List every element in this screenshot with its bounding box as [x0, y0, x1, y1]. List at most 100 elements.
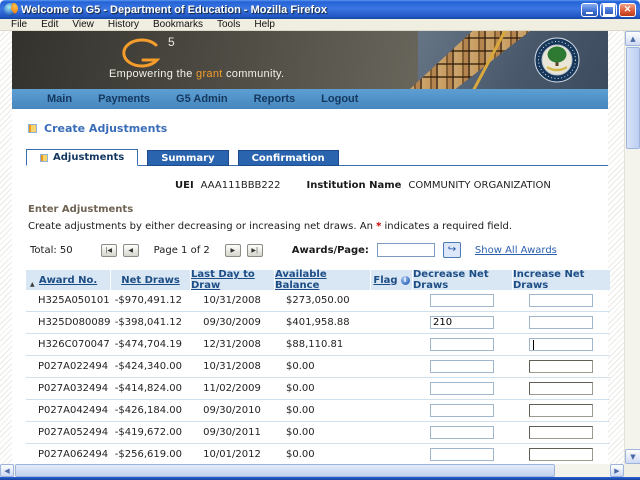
- instructions-after: indicates a required field.: [381, 221, 512, 232]
- scroll-up-icon[interactable]: ▲: [625, 31, 640, 46]
- header-flag-link[interactable]: Flag: [373, 275, 397, 286]
- institution-name-value: COMMUNITY ORGANIZATION: [408, 180, 550, 191]
- cell-net-draws: -$419,672.00: [110, 422, 190, 443]
- nav-item-payments[interactable]: Payments: [85, 93, 163, 105]
- cell-net-draws: -$398,041.12: [110, 312, 190, 333]
- tab-adjustments[interactable]: Adjustments: [26, 149, 138, 166]
- vertical-scrollbar-thumb[interactable]: [626, 47, 640, 149]
- main-nav: Main Payments G5 Admin Reports Logout: [12, 89, 608, 109]
- decrease-net-draws-input[interactable]: [430, 316, 494, 329]
- header-available-balance-link[interactable]: Available Balance: [275, 269, 370, 291]
- scroll-right-icon[interactable]: ▶: [610, 464, 624, 477]
- uei-value: AAA111BBB222: [201, 180, 281, 191]
- header-award-no-link[interactable]: Award No.: [39, 275, 97, 286]
- banner-photo: [418, 31, 608, 89]
- cell-flag: [370, 312, 412, 333]
- decrease-net-draws-input[interactable]: [430, 294, 494, 307]
- first-page-button[interactable]: |◀: [101, 244, 117, 257]
- menu-item-history[interactable]: History: [101, 19, 146, 30]
- increase-net-draws-input[interactable]: [529, 294, 593, 307]
- nav-item-logout[interactable]: Logout: [308, 93, 371, 105]
- last-page-button[interactable]: ▶|: [247, 244, 263, 257]
- increase-net-draws-input[interactable]: [529, 316, 593, 329]
- cell-available-balance: $273,050.00: [274, 290, 370, 311]
- header-award-no: ▲ Award No.: [26, 270, 110, 290]
- decrease-net-draws-input[interactable]: [430, 426, 494, 439]
- increase-net-draws-input[interactable]: [529, 360, 593, 373]
- firefox-icon: [4, 3, 17, 16]
- decrease-net-draws-input[interactable]: [430, 360, 494, 373]
- tagline-highlight: grant: [196, 68, 223, 80]
- tab-confirmation[interactable]: Confirmation: [238, 150, 339, 166]
- go-button[interactable]: ↪: [443, 242, 461, 258]
- decrease-net-draws-input[interactable]: [430, 404, 494, 417]
- scroll-left-icon[interactable]: ◀: [0, 464, 14, 477]
- maximize-button[interactable]: [600, 3, 617, 17]
- awards-per-page-input[interactable]: [377, 243, 435, 257]
- cell-available-balance: $0.00: [274, 356, 370, 377]
- show-all-awards-link[interactable]: Show All Awards: [475, 245, 557, 256]
- header-last-day-link[interactable]: Last Day to Draw: [191, 269, 274, 291]
- cell-decrease: [412, 378, 512, 399]
- sort-ascending-icon: ▲: [30, 281, 35, 288]
- scroll-down-icon[interactable]: ▼: [625, 449, 640, 464]
- tab-summary[interactable]: Summary: [147, 150, 228, 166]
- cell-increase: [512, 356, 610, 377]
- decrease-net-draws-input[interactable]: [430, 448, 494, 461]
- pagination-bar: Total: 50 |◀ ◀ Page 1 of 2 ▶ ▶| Awards/P…: [30, 242, 608, 258]
- prev-page-button[interactable]: ◀: [123, 244, 139, 257]
- cell-available-balance: $0.00: [274, 400, 370, 421]
- cell-award-no: H326C070047: [26, 334, 110, 355]
- decrease-net-draws-input[interactable]: [430, 382, 494, 395]
- increase-net-draws-input[interactable]: [529, 404, 593, 417]
- menu-item-file[interactable]: File: [4, 19, 34, 30]
- cell-award-no: P027A052494: [26, 422, 110, 443]
- table-row: H325A050101 -$970,491.12 10/31/2008 $273…: [26, 290, 610, 312]
- close-button[interactable]: ✕: [619, 3, 636, 17]
- cell-increase: [512, 334, 610, 355]
- cell-last-day: 11/02/2009: [190, 378, 274, 399]
- cell-increase: [512, 422, 610, 443]
- menu-item-bookmarks[interactable]: Bookmarks: [146, 19, 210, 30]
- next-page-button[interactable]: ▶: [225, 244, 241, 257]
- cell-increase: [512, 378, 610, 399]
- table-header-row: ▲ Award No. Net Draws Last Day to Draw A…: [26, 270, 610, 290]
- nav-item-main[interactable]: Main: [34, 93, 85, 105]
- nav-item-reports[interactable]: Reports: [241, 93, 309, 105]
- nav-item-g5-admin[interactable]: G5 Admin: [163, 93, 241, 105]
- cell-available-balance: $401,958.88: [274, 312, 370, 333]
- menu-item-view[interactable]: View: [65, 19, 101, 30]
- horizontal-scrollbar-thumb[interactable]: [15, 464, 555, 477]
- horizontal-scrollbar[interactable]: ◀ ▶: [0, 464, 624, 477]
- header-net-draws-link[interactable]: Net Draws: [121, 275, 180, 286]
- flag-info-icon[interactable]: i: [401, 276, 410, 285]
- tab-bar: Adjustments Summary Confirmation: [26, 148, 608, 166]
- increase-net-draws-input[interactable]: [529, 426, 593, 439]
- institution-name-label: Institution Name: [307, 180, 402, 191]
- uei-label: UEI: [175, 180, 194, 191]
- header-decrease-label: Decrease Net Draws: [413, 269, 512, 291]
- increase-net-draws-input[interactable]: [529, 382, 593, 395]
- cell-net-draws: -$414,824.00: [110, 378, 190, 399]
- menu-item-help[interactable]: Help: [247, 19, 282, 30]
- awards-table: ▲ Award No. Net Draws Last Day to Draw A…: [26, 270, 610, 466]
- increase-net-draws-input[interactable]: [529, 338, 593, 351]
- cell-flag: [370, 290, 412, 311]
- menu-bar: File Edit View History Bookmarks Tools H…: [0, 19, 640, 31]
- decrease-net-draws-input[interactable]: [430, 338, 494, 351]
- header-last-day: Last Day to Draw: [190, 270, 274, 290]
- cell-increase: [512, 444, 610, 465]
- cell-increase: [512, 400, 610, 421]
- minimize-button[interactable]: [581, 3, 598, 17]
- menu-item-edit[interactable]: Edit: [34, 19, 65, 30]
- increase-net-draws-input[interactable]: [529, 448, 593, 461]
- table-body: H325A050101 -$970,491.12 10/31/2008 $273…: [26, 290, 610, 466]
- institution-meta: UEI AAA111BBB222 Institution Name COMMUN…: [175, 180, 608, 191]
- menu-item-tools[interactable]: Tools: [210, 19, 247, 30]
- cell-decrease: [412, 334, 512, 355]
- cell-net-draws: -$424,340.00: [110, 356, 190, 377]
- cell-net-draws: -$474,704.19: [110, 334, 190, 355]
- header-net-draws: Net Draws: [110, 270, 190, 290]
- vertical-scrollbar[interactable]: ▲ ▼: [624, 31, 640, 464]
- section-title: Enter Adjustments: [28, 204, 608, 215]
